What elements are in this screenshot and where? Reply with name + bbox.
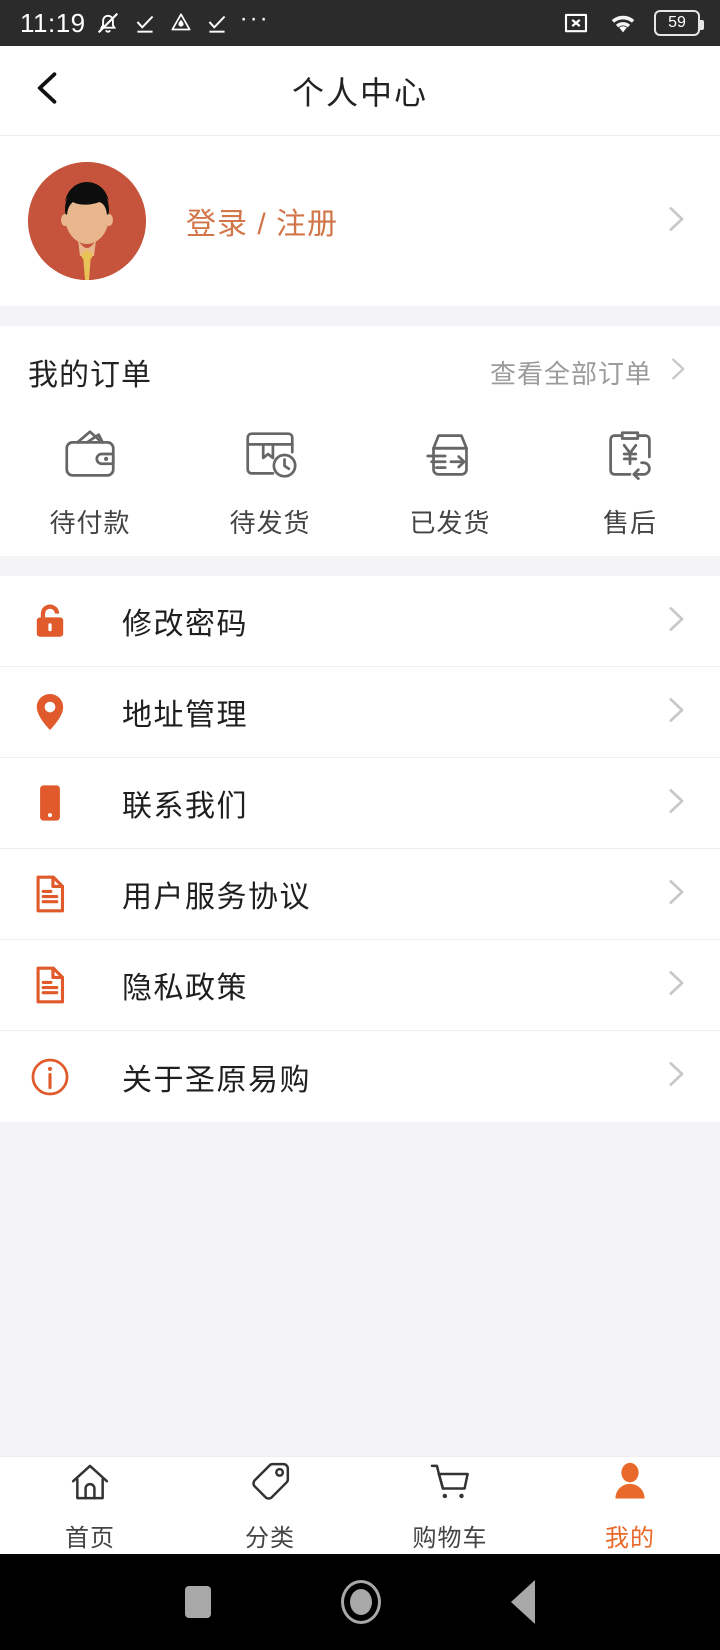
menu-item-change-password[interactable]: 修改密码: [0, 576, 720, 667]
triangle-drop-icon: [168, 10, 194, 36]
menu-item-about[interactable]: 关于圣原易购: [0, 1031, 720, 1122]
avatar: [28, 162, 146, 280]
menu-item-label: 用户服务协议: [122, 881, 311, 914]
status-bar: 11:19 ··· 59: [0, 0, 720, 46]
ellipsis-icon: ···: [239, 5, 270, 32]
android-navigation-bar: [0, 1554, 720, 1650]
check-underline-icon: [204, 10, 230, 36]
back-triangle-icon[interactable]: [511, 1580, 535, 1624]
menu-item-address-management[interactable]: 地址管理: [0, 667, 720, 758]
status-left-icons: ···: [94, 7, 270, 39]
home-circle-icon[interactable]: [341, 1580, 381, 1624]
menu-item-label: 联系我们: [122, 790, 248, 823]
chevron-right-icon: [658, 966, 692, 1005]
tag-icon: [247, 1459, 293, 1510]
profile-login-row[interactable]: 登录 / 注册: [0, 136, 720, 306]
order-type-shipped[interactable]: 已发货: [360, 418, 540, 556]
chevron-right-icon: [658, 1057, 692, 1096]
view-all-orders-button[interactable]: 查看全部订单: [490, 354, 692, 391]
profile-chevron-right-icon: [658, 202, 692, 241]
wallet-icon: [59, 424, 121, 491]
section-divider: [0, 556, 720, 576]
order-type-label: 待发货: [229, 508, 311, 538]
menu-item-contact-us[interactable]: 联系我们: [0, 758, 720, 849]
chevron-right-icon: [658, 784, 692, 823]
menu-item-label: 隐私政策: [122, 972, 248, 1005]
tab-label: 购物车: [412, 1524, 488, 1552]
order-type-label: 已发货: [409, 508, 491, 538]
menu-item-label: 地址管理: [122, 699, 248, 732]
status-time: 11:19: [20, 7, 86, 38]
login-register-label[interactable]: 登录 / 注册: [186, 199, 338, 243]
orders-title: 我的订单: [28, 359, 152, 392]
menu-item-privacy-policy[interactable]: 隐私政策: [0, 940, 720, 1031]
chevron-right-icon: [658, 602, 692, 641]
order-type-pending-shipment[interactable]: 待发货: [180, 418, 360, 556]
tab-mine[interactable]: 我的: [540, 1457, 720, 1554]
tab-cart[interactable]: 购物车: [360, 1457, 540, 1554]
chevron-right-icon: [658, 693, 692, 732]
section-divider: [0, 306, 720, 326]
settings-menu: 修改密码 地址管理 联系我们 用户服务协议 隐私政策 关于圣原易购: [0, 576, 720, 1122]
orders-section: 我的订单 查看全部订单 待付款 待发货 已发货 售后: [0, 326, 720, 556]
x-box-icon: [560, 8, 592, 38]
tab-label: 我的: [605, 1524, 655, 1552]
box-clock-icon: [239, 424, 301, 491]
phone-icon: [28, 781, 90, 825]
tab-label: 分类: [245, 1524, 295, 1552]
app-header: 个人中心: [0, 46, 720, 136]
app-screen: 11:19 ··· 59 个人中心 登录 / 注册 我的订单 查看全部订单 待付…: [0, 0, 720, 1650]
menu-item-user-agreement[interactable]: 用户服务协议: [0, 849, 720, 940]
order-type-label: 待付款: [49, 508, 131, 538]
battery-icon: 59: [654, 10, 704, 36]
check-underline-icon: [132, 10, 158, 36]
order-type-list: 待付款 待发货 已发货 售后: [0, 418, 720, 556]
wifi-icon: [606, 8, 640, 38]
chevron-right-icon: [658, 875, 692, 914]
lock-icon: [28, 599, 90, 643]
box-arrow-icon: [419, 424, 481, 491]
status-right-icons: 59: [560, 8, 704, 38]
bottom-tab-bar: 首页 分类 购物车 我的: [0, 1456, 720, 1554]
bell-muted-icon: [94, 9, 122, 37]
page-title: 个人中心: [291, 74, 428, 111]
info-circle-icon: [28, 1055, 90, 1099]
tab-home[interactable]: 首页: [0, 1457, 180, 1554]
menu-item-label: 修改密码: [122, 608, 248, 641]
tab-label: 首页: [65, 1524, 115, 1552]
clipboard-yen-return-icon: [599, 424, 661, 491]
empty-area: [0, 1122, 720, 1456]
order-type-label: 售后: [602, 508, 657, 538]
home-icon: [67, 1459, 113, 1510]
order-type-pending-payment[interactable]: 待付款: [0, 418, 180, 556]
recents-square-icon[interactable]: [185, 1586, 211, 1618]
menu-item-label: 关于圣原易购: [122, 1063, 311, 1097]
view-all-orders-label: 查看全部订单: [489, 358, 652, 389]
document-icon: [28, 872, 90, 916]
cart-icon: [427, 1459, 473, 1510]
tab-category[interactable]: 分类: [180, 1457, 360, 1554]
document-icon: [28, 963, 90, 1007]
orders-header: 我的订单 查看全部订单: [0, 326, 720, 418]
location-pin-icon: [28, 690, 90, 734]
person-icon: [607, 1459, 653, 1510]
battery-level: 59: [668, 14, 686, 31]
chevron-right-icon: [662, 354, 692, 391]
order-type-after-sales[interactable]: 售后: [540, 418, 720, 556]
